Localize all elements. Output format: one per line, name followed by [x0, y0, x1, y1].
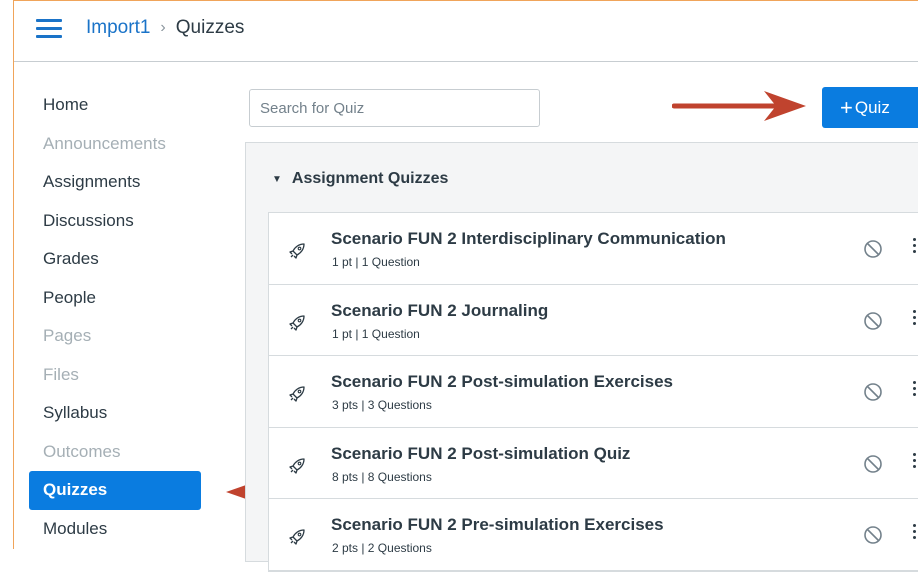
- kebab-icon[interactable]: [911, 450, 918, 476]
- nav-item-discussions[interactable]: Discussions: [29, 202, 209, 241]
- quiz-title-link[interactable]: Scenario FUN 2 Post-simulation Quiz: [331, 444, 630, 464]
- search-quiz-input[interactable]: [249, 89, 540, 127]
- quiz-meta: 1 pt | 1 Question: [332, 255, 420, 269]
- nav-item-assignments[interactable]: Assignments: [29, 163, 209, 202]
- unpublished-icon[interactable]: [863, 454, 883, 474]
- breadcrumb-separator: ›: [160, 19, 166, 36]
- rocket-icon: [289, 243, 305, 259]
- rocket-icon: [289, 386, 305, 402]
- unpublished-icon[interactable]: [863, 311, 883, 331]
- assignment-quizzes-group-header[interactable]: ▼ Assignment Quizzes: [272, 170, 448, 188]
- plus-icon: +: [840, 94, 853, 120]
- quiz-title-link[interactable]: Scenario FUN 2 Interdisciplinary Communi…: [331, 229, 726, 249]
- kebab-icon[interactable]: [911, 521, 918, 547]
- quiz-meta: 3 pts | 3 Questions: [332, 398, 432, 412]
- breadcrumb-current-page: Quizzes: [175, 17, 245, 38]
- quiz-row: Scenario FUN 2 Post-simulation Quiz 8 pt…: [269, 428, 918, 499]
- nav-item-outcomes[interactable]: Outcomes: [29, 433, 209, 472]
- nav-item-pages[interactable]: Pages: [29, 317, 209, 356]
- quiz-list: Scenario FUN 2 Interdisciplinary Communi…: [268, 212, 918, 572]
- quiz-row: Scenario FUN 2 Post-simulation Exercises…: [269, 356, 918, 428]
- rocket-icon: [289, 529, 305, 545]
- quiz-row: Scenario FUN 2 Journaling 1 pt | 1 Quest…: [269, 285, 918, 356]
- unpublished-icon[interactable]: [863, 239, 883, 259]
- quiz-row: Scenario FUN 2 Pre-simulation Exercises …: [269, 499, 918, 571]
- quiz-title-link[interactable]: Scenario FUN 2 Post-simulation Exercises: [331, 372, 673, 392]
- rocket-icon: [289, 314, 305, 331]
- add-quiz-label: Quiz: [854, 97, 890, 117]
- nav-item-modules[interactable]: Modules: [29, 510, 209, 549]
- annotation-arrow-right-icon: [672, 91, 806, 121]
- kebab-icon[interactable]: [911, 235, 918, 261]
- nav-item-syllabus[interactable]: Syllabus: [29, 394, 209, 433]
- kebab-icon[interactable]: [911, 307, 918, 333]
- nav-item-home[interactable]: Home: [29, 86, 209, 125]
- nav-item-grades[interactable]: Grades: [29, 240, 209, 279]
- caret-down-icon: ▼: [272, 173, 282, 185]
- quiz-meta: 2 pts | 2 Questions: [332, 541, 432, 555]
- hamburger-icon[interactable]: [36, 19, 62, 39]
- breadcrumb: Import1 › Quizzes: [86, 17, 244, 39]
- top-header: Import1 › Quizzes: [14, 1, 918, 62]
- kebab-icon[interactable]: [911, 378, 918, 404]
- course-navigation: Home Announcements Assignments Discussio…: [29, 86, 209, 548]
- unpublished-icon[interactable]: [863, 382, 883, 402]
- quiz-title-link[interactable]: Scenario FUN 2 Journaling: [331, 301, 548, 321]
- quiz-meta: 8 pts | 8 Questions: [332, 469, 432, 484]
- quiz-title-link[interactable]: Scenario FUN 2 Pre-simulation Exercises: [331, 515, 664, 535]
- breadcrumb-course-link[interactable]: Import1: [86, 17, 150, 39]
- rocket-icon: [289, 457, 305, 474]
- quiz-meta: 1 pt | 1 Question: [332, 326, 420, 341]
- group-title: Assignment Quizzes: [291, 170, 449, 187]
- unpublished-icon[interactable]: [863, 525, 883, 545]
- add-quiz-button[interactable]: + Quiz: [822, 87, 918, 128]
- nav-item-announcements[interactable]: Announcements: [29, 125, 209, 164]
- quiz-row: Scenario FUN 2 Interdisciplinary Communi…: [269, 213, 918, 285]
- nav-item-files[interactable]: Files: [29, 356, 209, 395]
- nav-item-people[interactable]: People: [29, 279, 209, 318]
- nav-item-quizzes[interactable]: Quizzes: [29, 471, 201, 510]
